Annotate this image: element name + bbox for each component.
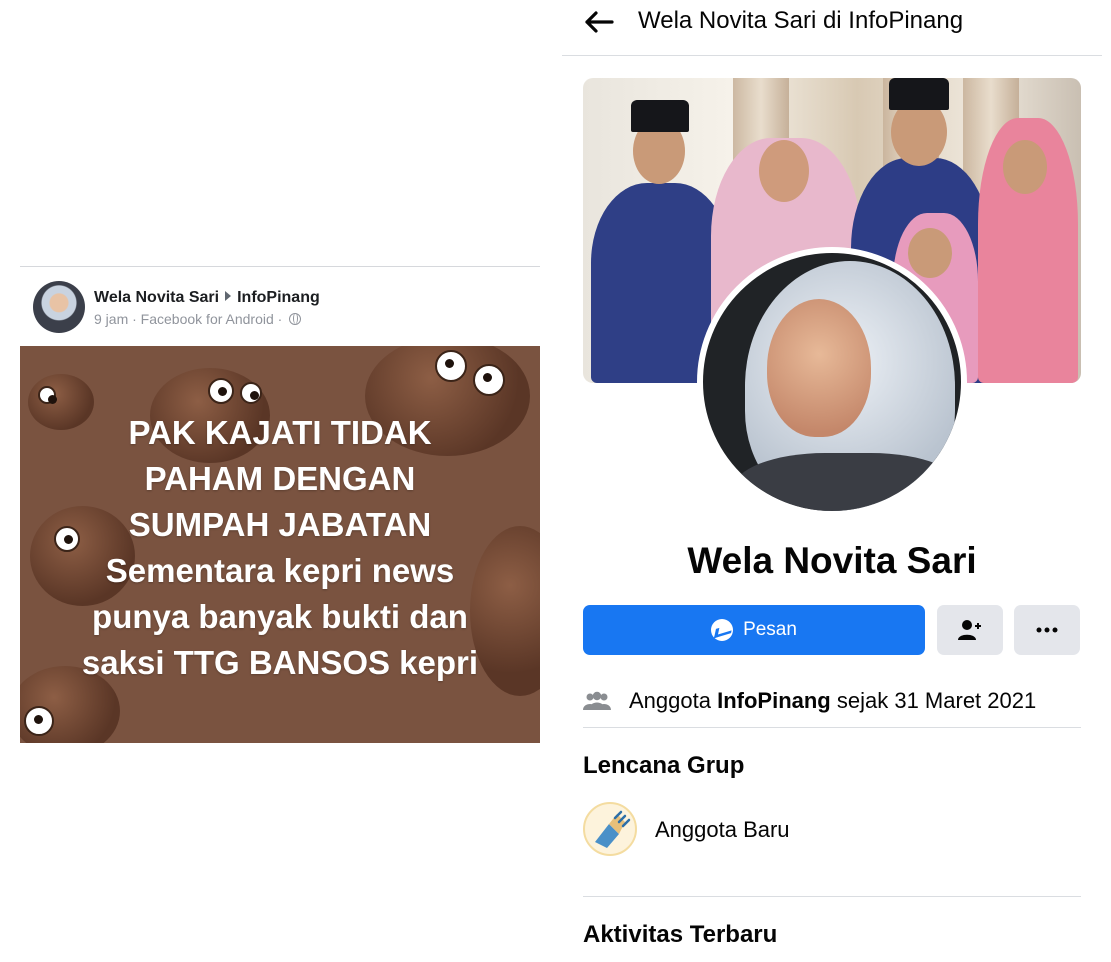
more-options-button[interactable] [1014, 605, 1080, 655]
member-since-line: Anggota InfoPinang sejak 31 Maret 2021 [583, 688, 1036, 714]
member-prefix: Anggota [629, 688, 711, 713]
profile-avatar[interactable] [697, 247, 967, 517]
post-text-line: SUMPAH JABATAN [128, 506, 432, 543]
member-since-date: sejak 31 Maret 2021 [836, 688, 1037, 713]
post-meta-text: 9 jam · Facebook for Android · [94, 311, 283, 327]
post-author-name[interactable]: Wela Novita Sari [94, 289, 219, 306]
section-divider [583, 727, 1081, 728]
post-text-line: punya banyak bukti dan [92, 598, 468, 635]
message-button[interactable]: Pesan [583, 605, 925, 655]
post-author-line: Wela Novita Sari InfoPinang [94, 289, 320, 307]
section-divider [583, 896, 1081, 897]
post-image-text: PAK KAJATI TIDAK PAHAM DENGAN SUMPAH JAB… [20, 410, 540, 686]
post-text-line: PAHAM DENGAN [144, 460, 416, 497]
post-meta: 9 jam · Facebook for Android · [94, 311, 302, 327]
feed-post: Wela Novita Sari InfoPinang 9 jam · Faceb… [20, 266, 540, 743]
top-bar: Wela Novita Sari di InfoPinang [562, 0, 1102, 56]
badge-label[interactable]: Anggota Baru [655, 817, 790, 843]
post-text-line: saksi TTG BANSOS kepri [81, 644, 479, 681]
group-members-icon [583, 691, 611, 710]
post-text-line: Sementara kepri news [105, 552, 455, 589]
post-group-name[interactable]: InfoPinang [237, 289, 320, 306]
add-friend-icon [958, 620, 981, 640]
recent-activity-title: Aktivitas Terbaru [583, 921, 778, 948]
author-avatar[interactable] [33, 281, 85, 333]
profile-name: Wela Novita Sari [687, 540, 977, 581]
messenger-icon [711, 619, 734, 641]
post-image[interactable]: PAK KAJATI TIDAK PAHAM DENGAN SUMPAH JAB… [20, 346, 540, 743]
post-text-line: PAK KAJATI TIDAK [128, 414, 432, 451]
group-badges-title: Lencana Grup [583, 752, 745, 779]
globe-icon [289, 313, 302, 325]
caret-right-icon [225, 291, 232, 301]
more-dots-icon [1036, 627, 1058, 633]
arrow-left-icon[interactable] [582, 8, 616, 36]
post-header: Wela Novita Sari InfoPinang 9 jam · Faceb… [20, 267, 540, 347]
add-friend-button[interactable] [937, 605, 1003, 655]
page-title: Wela Novita Sari di InfoPinang [638, 7, 964, 34]
member-group-name[interactable]: InfoPinang [717, 688, 831, 713]
group-member-profile: Wela Novita Sari di InfoPinang Wela Novi… [562, 0, 1102, 962]
new-member-badge-icon[interactable] [583, 802, 637, 856]
message-button-label: Pesan [743, 619, 797, 640]
